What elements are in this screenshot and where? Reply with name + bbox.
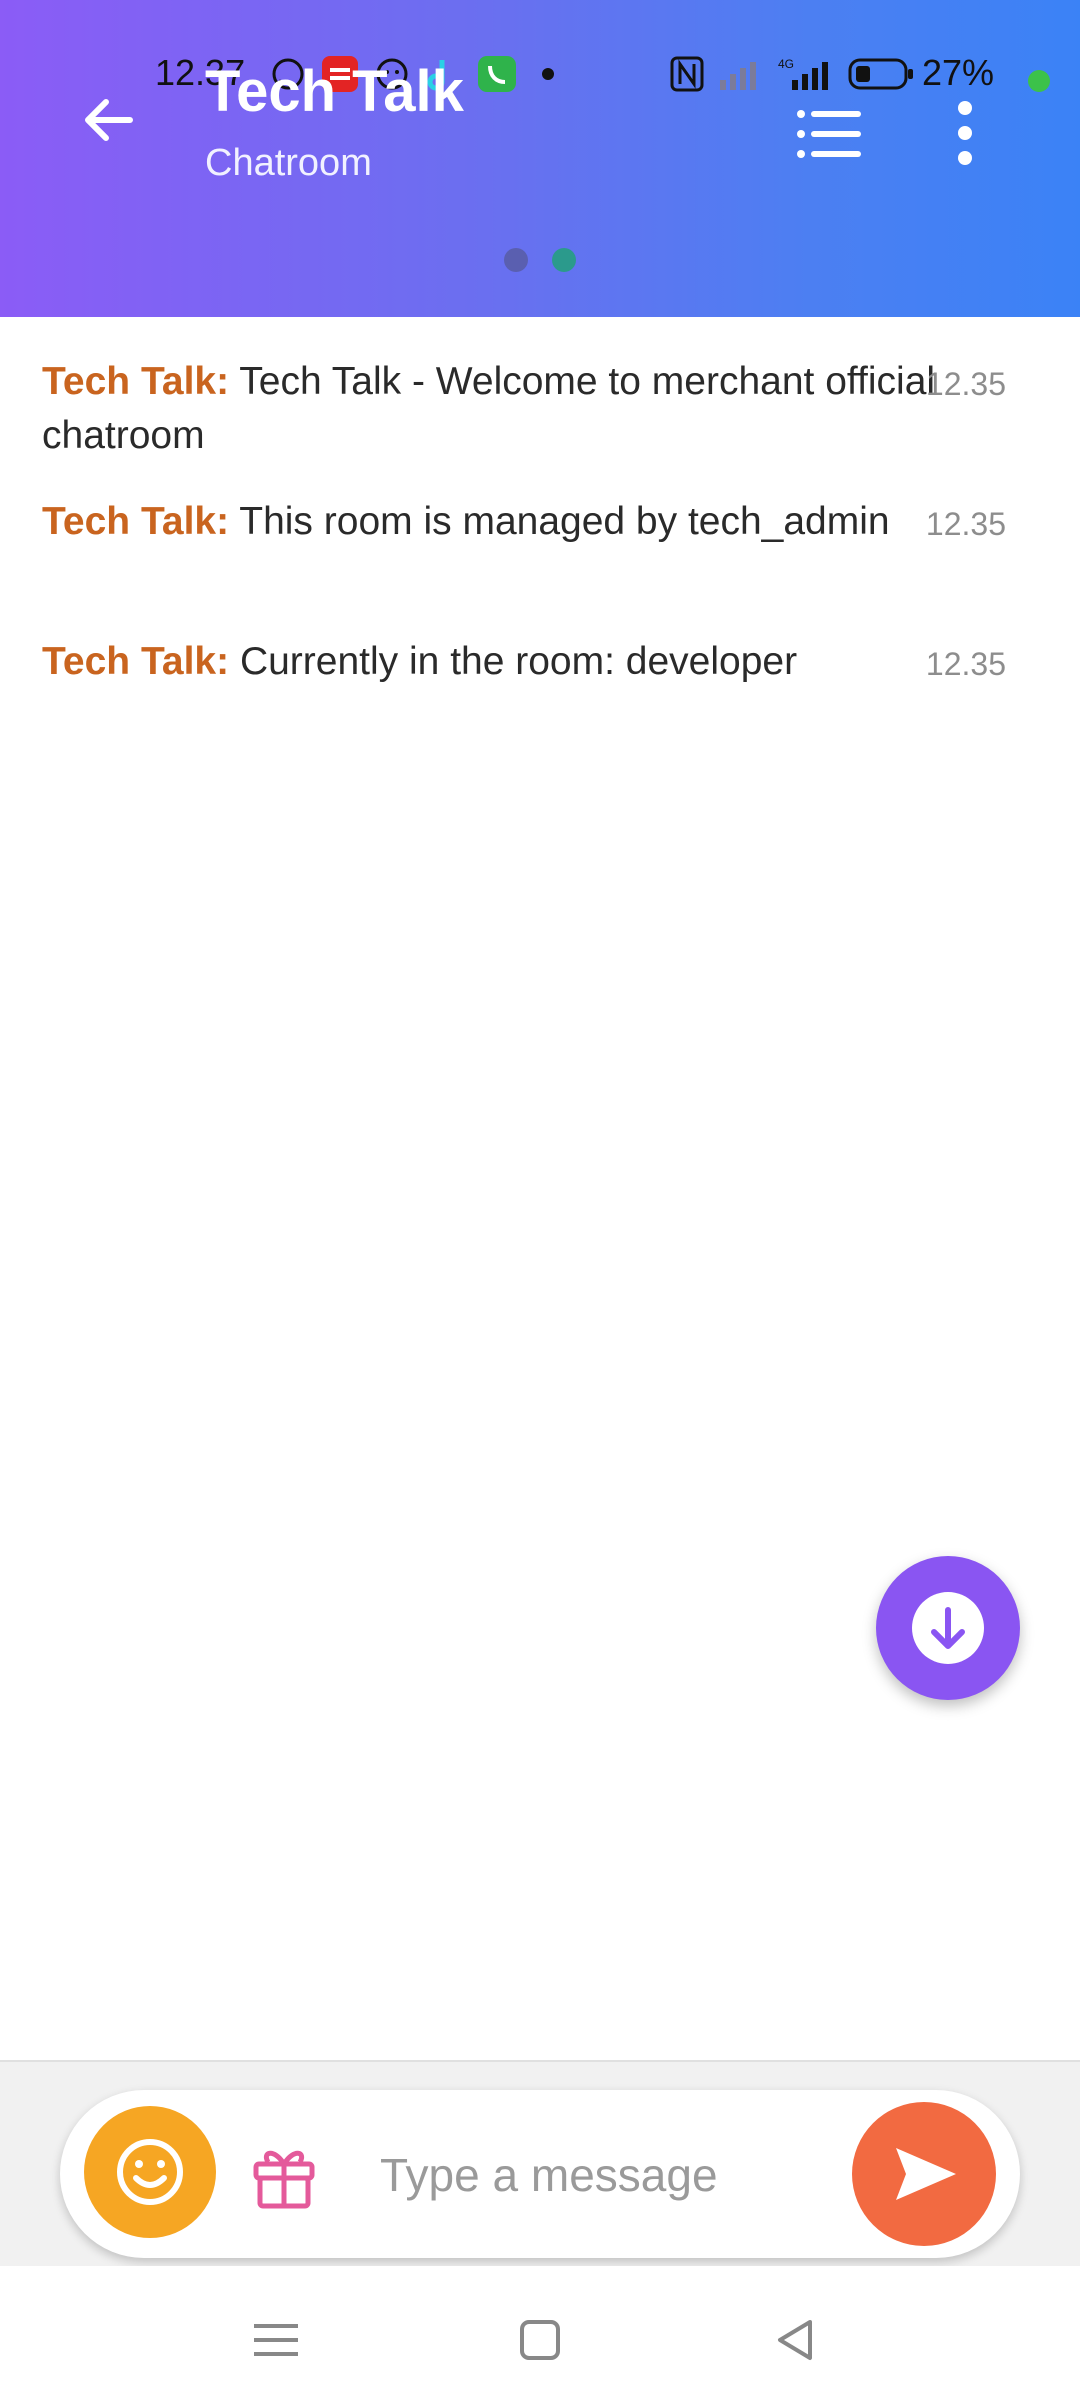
message-text: This room is managed by tech_admin bbox=[239, 500, 890, 543]
message-input[interactable] bbox=[378, 2134, 882, 2216]
signal-4g-icon: 4G bbox=[778, 57, 828, 90]
back-nav-icon[interactable] bbox=[766, 2310, 826, 2370]
home-icon[interactable] bbox=[510, 2310, 570, 2370]
page-dot-2[interactable] bbox=[552, 248, 576, 272]
phone-app-icon bbox=[478, 56, 516, 92]
message-time: 12.35 bbox=[925, 366, 1006, 402]
chat-header: 12.37 4G 27% Tech Talk Chatroom bbox=[0, 0, 1080, 317]
privacy-indicator bbox=[1028, 70, 1050, 92]
page-indicator bbox=[500, 248, 580, 278]
send-button[interactable] bbox=[852, 2102, 996, 2246]
list-menu-icon[interactable] bbox=[795, 104, 865, 164]
chatroom-subtitle: Chatroom bbox=[205, 142, 372, 184]
battery-icon bbox=[848, 58, 913, 90]
signal-weak-icon bbox=[720, 62, 756, 90]
nfc-icon bbox=[670, 56, 704, 92]
message-sender: Tech Talk: bbox=[42, 360, 230, 403]
page-dot-1[interactable] bbox=[504, 248, 528, 272]
message-item: Tech Talk: This room is managed by tech_… bbox=[42, 495, 1006, 549]
send-icon bbox=[896, 2148, 956, 2200]
message-sender: Tech Talk: bbox=[42, 500, 230, 543]
scroll-down-circle bbox=[912, 1592, 984, 1664]
emoji-button[interactable] bbox=[84, 2106, 216, 2238]
svg-text:4G: 4G bbox=[778, 57, 794, 71]
status-bar: 12.37 4G 27% bbox=[0, 40, 1080, 104]
more-options-icon[interactable] bbox=[950, 100, 980, 170]
recent-apps-icon[interactable] bbox=[246, 2310, 306, 2370]
smiley-icon bbox=[117, 2139, 183, 2205]
message-item: Tech Talk: Tech Talk - Welcome to mercha… bbox=[42, 355, 1006, 463]
message-sender: Tech Talk: bbox=[42, 640, 230, 683]
battery-percentage: 27% bbox=[922, 52, 995, 93]
system-nav-bar bbox=[0, 2266, 1080, 2400]
chatroom-title: Tech Talk bbox=[205, 59, 464, 124]
composer-area bbox=[0, 2060, 1080, 2268]
message-text: Currently in the room: developer bbox=[239, 640, 798, 683]
message-time: 12.35 bbox=[925, 646, 1006, 682]
message-time: 12.35 bbox=[925, 506, 1006, 542]
message-item: Tech Talk: Currently in the room: develo… bbox=[42, 635, 1006, 689]
message-composer bbox=[60, 2090, 1020, 2258]
back-arrow-icon[interactable] bbox=[78, 90, 138, 150]
scroll-to-bottom-button[interactable] bbox=[876, 1556, 1020, 1700]
arrow-down-icon bbox=[931, 1607, 965, 1649]
gift-icon[interactable] bbox=[244, 2134, 324, 2214]
more-notifications-dot bbox=[542, 68, 554, 80]
